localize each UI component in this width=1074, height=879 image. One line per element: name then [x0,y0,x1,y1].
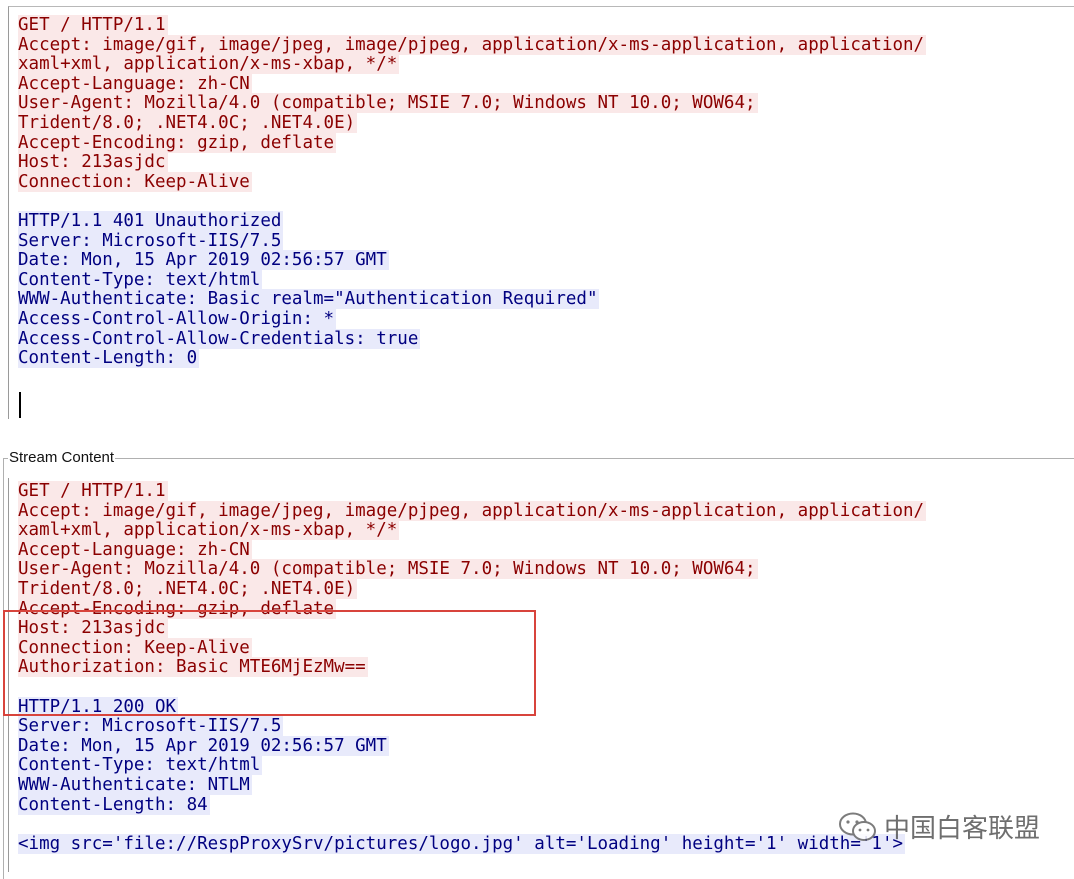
response-line: Server: Microsoft-IIS/7.5 [18,230,284,251]
request-line: xaml+xml, application/x-ms-xbap, */* [18,520,400,541]
request-line: Accept-Encoding: gzip, deflate [18,132,337,153]
response-line: Content-Length: 0 [18,348,200,369]
wechat-icon [839,812,876,841]
request-line: Accept-Language: zh-CN [18,539,252,560]
response-line: Content-Length: 84 [18,794,210,815]
follow-stream-pane-top[interactable]: GET / HTTP/1.1 Accept: image/gif, image/… [8,6,1074,419]
request-line: User-Agent: Mozilla/4.0 (compatible; MSI… [18,93,758,114]
request-line: Connection: Keep-Alive [18,171,252,192]
response-line: Date: Mon, 15 Apr 2019 02:56:57 GMT [18,735,389,756]
response-line: Content-Type: text/html [18,755,263,776]
response-line: WWW-Authenticate: Basic realm="Authentic… [18,289,600,310]
request-line: GET / HTTP/1.1 [18,15,168,35]
request-line: Trident/8.0; .NET4.0C; .NET4.0E) [18,578,358,599]
request-line: Accept: image/gif, image/jpeg, image/pjp… [18,500,927,521]
watermark: 中国白客联盟 [838,808,1040,845]
request-line: Trident/8.0; .NET4.0C; .NET4.0E) [18,112,358,133]
response-line: Content-Type: text/html [18,269,263,290]
annotation-highlight-box [3,610,536,716]
request-line: GET / HTTP/1.1 [18,481,168,501]
response-line: HTTP/1.1 401 Unauthorized [18,210,284,231]
request-line: User-Agent: Mozilla/4.0 (compatible; MSI… [18,559,758,580]
response-line: Server: Microsoft-IIS/7.5 [18,716,284,737]
response-line: Access-Control-Allow-Origin: * [18,308,337,329]
watermark-text: 中国白客联盟 [884,814,1041,844]
request-line: xaml+xml, application/x-ms-xbap, */* [18,54,400,75]
response-body-line: <img src='file://RespProxySrv/pictures/l… [18,833,906,854]
request-line: Host: 213asjdc [18,152,168,173]
request-line: Accept-Language: zh-CN [18,73,252,94]
stream-text-top[interactable]: GET / HTTP/1.1 Accept: image/gif, image/… [18,15,927,369]
request-line: Accept: image/gif, image/jpeg, image/pjp… [18,34,927,55]
response-line: Date: Mon, 15 Apr 2019 02:56:57 GMT [18,250,389,271]
text-cursor [19,392,21,418]
groupbox-title: Stream Content [8,449,116,467]
response-line: WWW-Authenticate: NTLM [18,774,252,795]
response-line: Access-Control-Allow-Credentials: true [18,328,421,349]
